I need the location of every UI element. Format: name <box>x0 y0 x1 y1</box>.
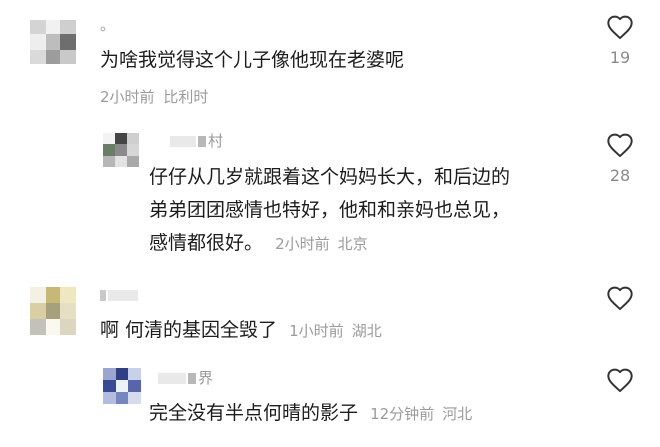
heart-outline-icon[interactable] <box>606 285 634 311</box>
location: 比利时 <box>163 88 209 106</box>
username[interactable]: 。 <box>100 14 115 35</box>
timestamp: 12分钟前 <box>370 405 435 423</box>
avatar[interactable] <box>103 368 141 404</box>
location: 湖北 <box>351 322 382 340</box>
like-count: 19 <box>609 48 631 67</box>
like-count: 28 <box>609 166 631 185</box>
username[interactable]: 界 <box>158 367 213 388</box>
username-suffix: 村 <box>208 132 224 150</box>
avatar[interactable] <box>103 133 139 167</box>
avatar[interactable] <box>30 287 76 335</box>
location: 河北 <box>442 405 473 423</box>
comment-text: 仔仔从几岁就跟着这个妈妈长大，和后边的 弟弟团团感情也特好，他和和亲妈也总见， … <box>149 166 511 254</box>
location: 北京 <box>337 235 368 253</box>
timestamp: 2小时前 <box>100 88 155 106</box>
timestamp: 2小时前 <box>275 235 330 253</box>
username[interactable]: 村 <box>170 130 223 151</box>
comment-meta: 2小时前 比利时 <box>100 86 208 107</box>
heart-outline-icon[interactable] <box>606 14 634 40</box>
username-suffix: 。 <box>100 16 116 34</box>
comment-text: 啊 何清的基因全毁了 1小时前 湖北 <box>100 319 382 341</box>
heart-outline-icon[interactable] <box>606 367 634 393</box>
comment-text: 完全没有半点何晴的影子 12分钟前 河北 <box>149 402 473 424</box>
username[interactable] <box>100 286 138 304</box>
username-suffix: 界 <box>198 369 214 387</box>
avatar[interactable] <box>30 20 76 64</box>
timestamp: 1小时前 <box>289 322 344 340</box>
comment-text: 为啥我觉得这个儿子像他现在老婆呢 <box>100 49 405 71</box>
heart-outline-icon[interactable] <box>606 132 634 158</box>
